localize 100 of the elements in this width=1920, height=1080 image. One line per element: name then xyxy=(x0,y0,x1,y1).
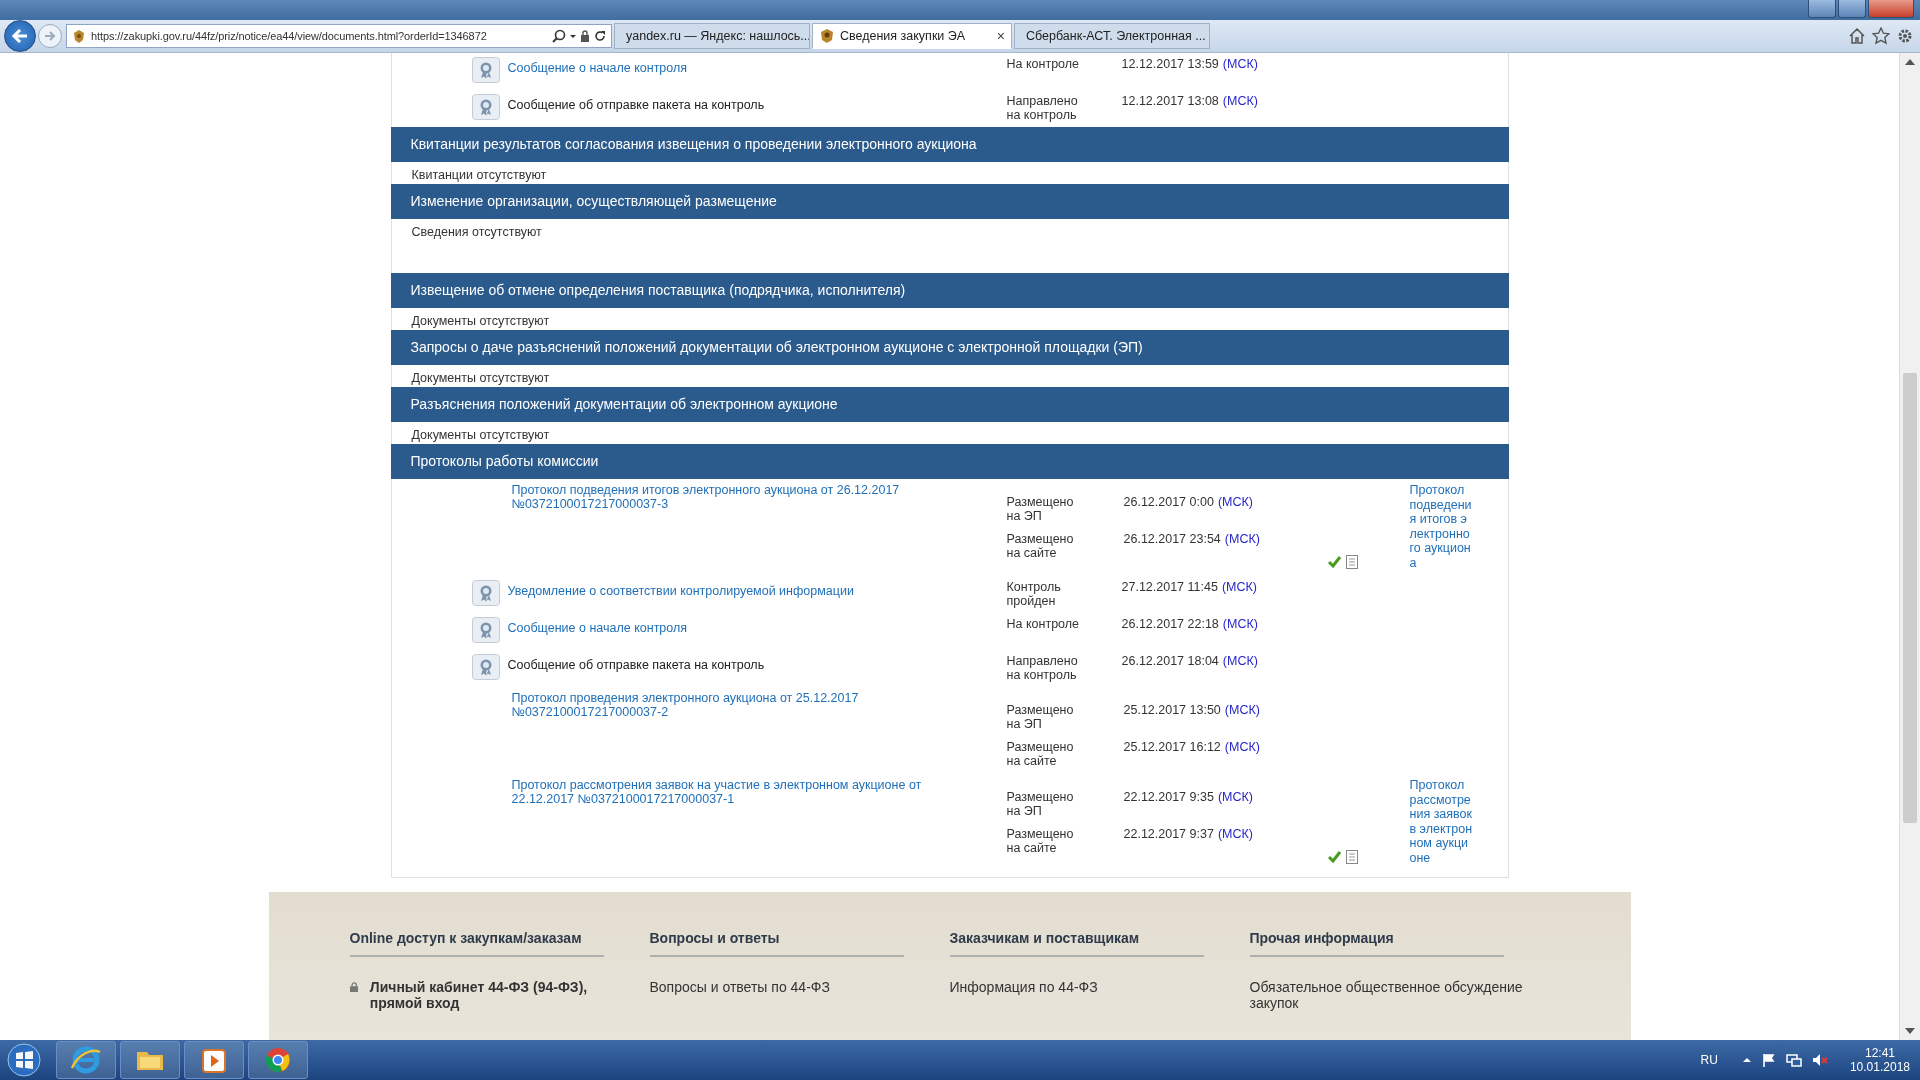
empty-note: Документы отсутствуют xyxy=(410,427,551,444)
empty-note: Сведения отсутствуют xyxy=(410,224,543,241)
certificate-icon xyxy=(471,94,500,120)
timezone-link[interactable]: (МСК) xyxy=(1222,654,1258,668)
document-title: Сообщение об отправке пакета на контроль xyxy=(507,97,766,112)
taskbar-app-button[interactable] xyxy=(120,1041,180,1079)
status-text: Размещено на ЭП xyxy=(1006,702,1075,731)
footer-link[interactable]: Информация по 44-ФЗ xyxy=(949,979,1098,995)
taskbar-app-button[interactable] xyxy=(248,1041,308,1079)
date-text: 26.12.2017 18:04 xyxy=(1121,654,1219,668)
status-text: Направлено на контроль xyxy=(1006,93,1079,122)
status-text: Размещено на сайте xyxy=(1006,531,1075,560)
status-text: Контроль пройден xyxy=(1006,579,1062,608)
protocol-link[interactable]: Протокол подведения итогов электронного аукциона xyxy=(1409,483,1474,570)
date-text: 22.12.2017 9:35 xyxy=(1123,790,1214,804)
clock-date[interactable]: 10.01.2018 xyxy=(1849,1060,1910,1074)
search-icon xyxy=(552,29,566,43)
footer-link[interactable]: Обязательное общественное обсуждение закупок xyxy=(1249,979,1530,1011)
footer-link[interactable]: Вопросы и ответы по 44-ФЗ xyxy=(649,979,830,995)
section-header: Разъяснения положений документации об электронном аукционе xyxy=(390,387,1509,422)
signed-document-icon xyxy=(1327,849,1360,865)
timezone-link[interactable]: (МСК) xyxy=(1222,57,1258,71)
empty-note: Документы отсутствуют xyxy=(410,313,551,330)
timezone-link[interactable]: (МСК) xyxy=(1217,827,1253,841)
star-icon xyxy=(1872,27,1890,45)
document-title: Сообщение об отправке пакета на контроль xyxy=(507,657,766,672)
date-text: 26.12.2017 22:18 xyxy=(1121,617,1219,631)
document-link[interactable]: Сообщение о начале контроля xyxy=(507,613,1007,635)
status-text: Размещено на сайте xyxy=(1006,826,1075,855)
network-icon xyxy=(1785,1053,1802,1067)
forward-arrow-icon xyxy=(44,31,56,41)
section-header: Извещение об отмене определения поставщика (подрядчика, исполнителя) xyxy=(390,273,1509,308)
timezone-link[interactable]: (МСК) xyxy=(1217,495,1253,509)
timezone-link[interactable]: (МСК) xyxy=(1222,94,1258,108)
browser-tab[interactable]: yandex.ru — Яндекс: нашлось... xyxy=(614,23,810,49)
document-link[interactable]: Уведомление о соответствии контролируемой информации xyxy=(507,576,1007,598)
status-text: На контроле xyxy=(1006,56,1081,71)
status-text: На контроле xyxy=(1006,616,1081,631)
protocol-link[interactable]: Протокол рассмотрения заявок в электронном аукционе xyxy=(1409,778,1474,865)
timezone-link[interactable]: (МСК) xyxy=(1217,790,1253,804)
certificate-icon xyxy=(471,580,500,606)
timezone-link[interactable]: (МСК) xyxy=(1224,532,1260,546)
date-text: 27.12.2017 11:45 xyxy=(1121,580,1218,594)
scrollbar[interactable] xyxy=(1899,53,1920,1040)
home-icon xyxy=(1848,27,1866,45)
maximize-button[interactable] xyxy=(1838,0,1866,18)
empty-note: Документы отсутствуют xyxy=(410,370,551,387)
certificate-icon xyxy=(471,57,500,83)
document-link[interactable]: Сообщение о начале контроля xyxy=(507,53,1007,75)
taskbar-app-button[interactable] xyxy=(184,1041,244,1079)
footer-heading: Прочая информация xyxy=(1249,930,1504,957)
document-link[interactable]: Протокол подведения итогов электронного аукциона от 26.12.2017 №0372100017217000037-3 xyxy=(471,483,932,570)
back-arrow-icon xyxy=(11,29,29,43)
browser-tab[interactable]: Сбербанк-АСТ. Электронная ... xyxy=(1014,23,1210,49)
timezone-link[interactable]: (МСК) xyxy=(1224,740,1260,754)
refresh-icon xyxy=(593,29,607,43)
lock-icon xyxy=(580,29,590,43)
document-link[interactable]: Протокол проведения электронного аукциона от 25.12.2017 №0372100017217000037-2 xyxy=(471,691,932,768)
address-bar[interactable]: https://zakupki.gov.ru/44fz/priz/notice/ea44/view/documents.html?orderId=1346872 xyxy=(66,24,612,48)
footer-heading: Online доступ к закупкам/заказам xyxy=(349,930,604,957)
certificate-icon xyxy=(471,617,500,643)
flag-icon xyxy=(1761,1053,1776,1067)
certificate-icon xyxy=(471,654,500,680)
scrollbar-thumb[interactable] xyxy=(1903,373,1917,823)
timezone-link[interactable]: (МСК) xyxy=(1224,703,1260,717)
date-text: 25.12.2017 13:50 xyxy=(1123,703,1221,717)
timezone-link[interactable]: (МСК) xyxy=(1221,580,1257,594)
taskbar-app-button[interactable] xyxy=(56,1041,116,1079)
section-header: Протоколы работы комиссии xyxy=(390,444,1509,479)
footer-heading: Вопросы и ответы xyxy=(649,930,904,957)
section-header: Изменение организации, осуществляющей размещение xyxy=(390,184,1509,219)
minimize-button[interactable] xyxy=(1808,0,1836,18)
emblem-icon xyxy=(71,28,87,44)
close-button[interactable] xyxy=(1868,0,1914,18)
clock-time[interactable]: 12:41 xyxy=(1864,1046,1895,1060)
document-link[interactable]: Протокол рассмотрения заявок на участие в электронном аукционе от 22.12.2017 №0372100017217000037-1 xyxy=(471,778,932,865)
signed-document-icon xyxy=(1327,554,1360,570)
status-text: Размещено на сайте xyxy=(1006,739,1075,768)
status-text: Размещено на ЭП xyxy=(1006,494,1075,523)
date-text: 12.12.2017 13:59 xyxy=(1121,57,1219,71)
date-text: 12.12.2017 13:08 xyxy=(1121,94,1219,108)
date-text: 26.12.2017 0:00 xyxy=(1123,495,1214,509)
lock-icon xyxy=(349,981,358,993)
date-text: 22.12.2017 9:37 xyxy=(1123,827,1214,841)
status-text: Размещено на ЭП xyxy=(1006,789,1075,818)
emblem-icon xyxy=(819,28,835,44)
timezone-link[interactable]: (МСК) xyxy=(1222,617,1258,631)
tab-close-button[interactable]: × xyxy=(996,28,1005,44)
language-indicator[interactable]: RU xyxy=(1700,1053,1718,1067)
footer-link[interactable]: Личный кабинет 44-ФЗ (94-ФЗ), прямой вход xyxy=(369,979,630,1011)
section-header: Квитанции результатов согласования извещения о проведении электронного аукциона xyxy=(390,127,1509,162)
settings-icon xyxy=(1896,27,1914,45)
url-text: https://zakupki.gov.ru/44fz/priz/notice/ea44/view/documents.html?orderId=1346872 xyxy=(91,30,488,42)
back-button[interactable] xyxy=(4,20,36,52)
date-text: 26.12.2017 23:54 xyxy=(1123,532,1221,546)
footer-heading: Заказчикам и поставщикам xyxy=(949,930,1204,957)
empty-note: Квитанции отсутствуют xyxy=(410,167,548,184)
tray-arrow-icon xyxy=(1741,1055,1752,1065)
browser-tab[interactable]: Сведения закупки ЭА × xyxy=(812,23,1012,49)
volume-muted-icon xyxy=(1811,1053,1828,1067)
